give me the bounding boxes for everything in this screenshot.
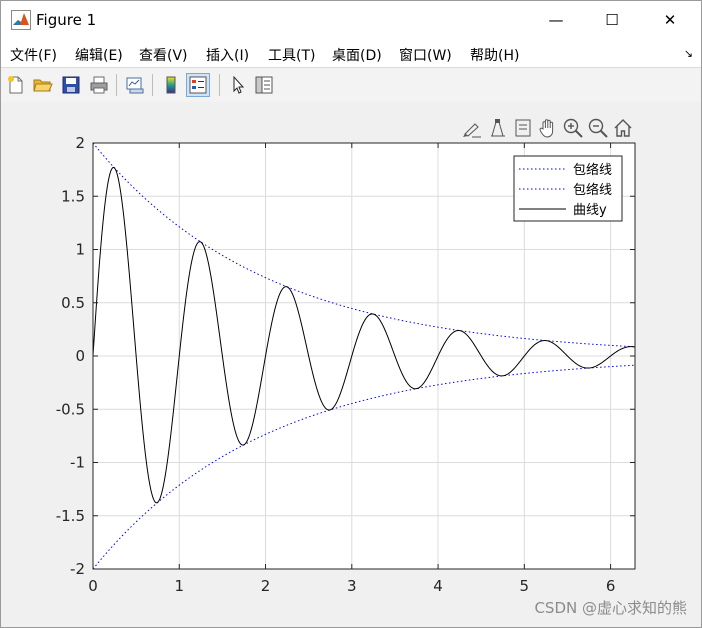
- insert-legend-button[interactable]: [186, 73, 210, 97]
- menu-window[interactable]: 窗口(W): [399, 45, 452, 65]
- title-bar[interactable]: Figure 1 — ☐ ✕: [1, 1, 701, 39]
- matlab-logo-icon: [11, 10, 31, 30]
- figure-window: Figure 1 — ☐ ✕ 文件(F) 编辑(E) 查看(V) 插入(I) 工…: [0, 0, 702, 628]
- x-tick-label: 2: [261, 577, 271, 595]
- link-plot-button[interactable]: [123, 73, 147, 97]
- new-figure-button[interactable]: [4, 73, 28, 97]
- y-tick-label: 0: [75, 347, 85, 365]
- menu-file[interactable]: 文件(F): [10, 45, 57, 65]
- window-title: Figure 1: [36, 11, 97, 29]
- colorbar-icon: [166, 76, 176, 94]
- print-icon: [90, 76, 108, 94]
- plot-area[interactable]: 0 1 2 3 4 5 6 -2 -1.5 -1 -0.5 0 0.5 1 1.5 2 包络线 包络线 曲线y: [1, 102, 701, 627]
- maximize-button[interactable]: ☐: [589, 1, 635, 39]
- menu-overflow-icon[interactable]: ↘: [684, 47, 693, 60]
- y-tick-label: -1.5: [56, 507, 85, 525]
- property-inspector-button[interactable]: [252, 73, 276, 97]
- menu-tools[interactable]: 工具(T): [268, 45, 315, 65]
- print-button[interactable]: [87, 73, 111, 97]
- minimize-icon: —: [548, 11, 564, 29]
- x-tick-label: 5: [520, 577, 530, 595]
- x-tick-label: 1: [174, 577, 184, 595]
- legend-label-curve-y: 曲线y: [573, 203, 607, 218]
- x-tick-label: 6: [606, 577, 616, 595]
- toolbar-separator: [116, 74, 117, 96]
- watermark: CSDN @虚心求知的熊: [534, 599, 687, 617]
- toolbar-separator: [219, 74, 220, 96]
- y-tick-label: -2: [70, 560, 85, 578]
- property-inspector-icon: [255, 76, 273, 94]
- minimize-button[interactable]: —: [533, 1, 579, 39]
- close-button[interactable]: ✕: [647, 1, 693, 39]
- close-icon: ✕: [663, 11, 677, 29]
- x-tick-label: 4: [433, 577, 443, 595]
- menu-edit[interactable]: 编辑(E): [75, 45, 123, 65]
- edit-plot-button[interactable]: [226, 73, 250, 97]
- menu-help[interactable]: 帮助(H): [470, 45, 519, 65]
- save-icon: [62, 76, 80, 94]
- x-tick-label: 0: [88, 577, 98, 595]
- figure-canvas: 0 1 2 3 4 5 6 -2 -1.5 -1 -0.5 0 0.5 1 1.5 2 包络线 包络线 曲线y…: [1, 102, 701, 627]
- y-tick-label: 1: [75, 241, 85, 259]
- open-file-button[interactable]: [31, 73, 55, 97]
- open-folder-icon: [33, 79, 53, 92]
- figure-toolbar: [1, 67, 701, 103]
- x-tick-label: 3: [347, 577, 357, 595]
- legend-icon: [189, 76, 207, 94]
- toolbar-separator: [152, 74, 153, 96]
- menu-bar: 文件(F) 编辑(E) 查看(V) 插入(I) 工具(T) 桌面(D) 窗口(W…: [1, 39, 701, 67]
- y-tick-label: -1: [70, 454, 85, 472]
- legend-label-envelope-upper: 包络线: [573, 162, 612, 178]
- legend[interactable]: 包络线 包络线 曲线y: [513, 155, 623, 222]
- save-button[interactable]: [59, 73, 83, 97]
- legend-label-envelope-lower: 包络线: [573, 182, 612, 198]
- new-file-icon: [8, 76, 23, 94]
- link-plot-icon: [126, 77, 144, 94]
- y-tick-label: 2: [75, 134, 85, 152]
- insert-colorbar-button[interactable]: [159, 73, 183, 97]
- pointer-icon: [233, 75, 245, 94]
- y-tick-label: 0.5: [61, 294, 85, 312]
- menu-insert[interactable]: 插入(I): [206, 45, 249, 65]
- menu-view[interactable]: 查看(V): [139, 45, 188, 65]
- maximize-icon: ☐: [605, 11, 619, 29]
- y-tick-label: -0.5: [56, 400, 85, 418]
- menu-desktop[interactable]: 桌面(D): [332, 45, 382, 65]
- y-tick-label: 1.5: [61, 187, 85, 205]
